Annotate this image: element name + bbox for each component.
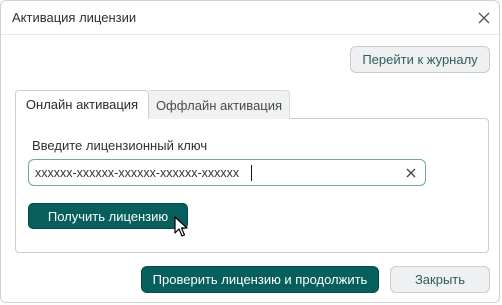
license-key-field[interactable] (28, 159, 426, 186)
mouse-cursor-icon (174, 216, 188, 237)
dialog-title: Активация лицензии (12, 10, 137, 25)
license-key-input[interactable] (35, 163, 395, 182)
verify-license-button[interactable]: Проверить лицензию и продолжить (141, 266, 379, 293)
license-key-label: Введите лицензионный ключ (32, 138, 208, 153)
tab-online-activation[interactable]: Онлайн активация (15, 90, 149, 119)
title-bar: Активация лицензии (1, 1, 501, 35)
text-caret (251, 165, 252, 181)
close-button[interactable]: Закрыть (390, 266, 490, 293)
online-activation-panel: Введите лицензионный ключ Получить лицен… (15, 118, 489, 253)
clear-icon[interactable] (403, 165, 419, 181)
close-icon[interactable] (475, 9, 493, 27)
go-to-journal-button[interactable]: Перейти к журналу (350, 46, 490, 73)
tab-offline-activation[interactable]: Оффлайн активация (149, 90, 290, 119)
license-activation-dialog: Активация лицензии Перейти к журналу Онл… (0, 0, 501, 303)
get-license-button[interactable]: Получить лицензию (28, 203, 188, 229)
